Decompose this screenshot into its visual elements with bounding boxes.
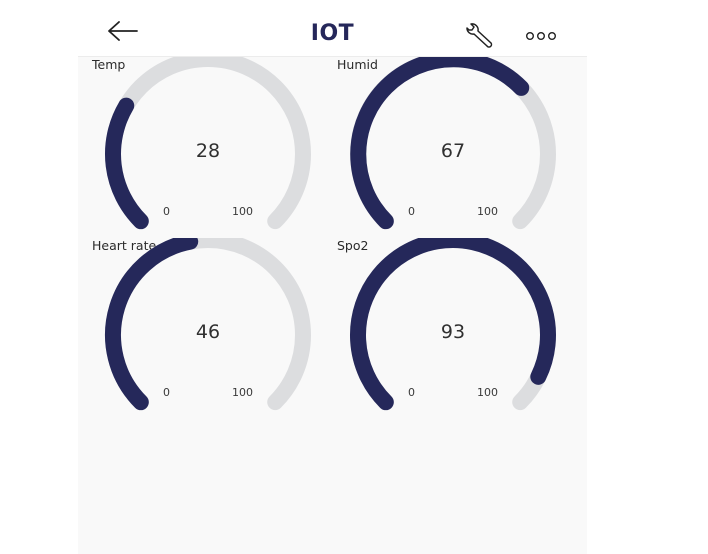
gauge-max-label: 100 (477, 205, 498, 218)
gauge-max-label: 100 (477, 386, 498, 399)
more-horizontal-icon (526, 32, 557, 40)
gauge-card-spo2: Spo2 93 0 100 (323, 238, 563, 416)
gauge-value: 67 (440, 140, 466, 162)
gauge-value: 46 (195, 321, 221, 343)
page-title: IOT (310, 21, 355, 46)
app-header: IOT (78, 0, 587, 57)
gauge-card-humid: Humid 67 0 100 (323, 57, 563, 235)
gauge-card-heart-rate: Heart rate 46 0 100 (78, 238, 318, 416)
gauge-max-label: 100 (232, 386, 253, 399)
gauge-card-temp: Temp 28 0 100 (78, 57, 318, 235)
gauge-value: 93 (440, 321, 466, 343)
gauge-min-label: 0 (163, 205, 170, 218)
more-options-button[interactable] (524, 28, 558, 42)
gauge-min-label: 0 (408, 205, 415, 218)
gauge-value: 28 (195, 140, 221, 162)
gauge-min-label: 0 (163, 386, 170, 399)
settings-button[interactable] (463, 22, 495, 50)
wrench-icon (466, 23, 493, 48)
gauge-min-label: 0 (408, 386, 415, 399)
gauge-max-label: 100 (232, 205, 253, 218)
app-screen: IOT Temp 28 0 100 Humid 67 0 100 Heart r… (78, 0, 587, 554)
